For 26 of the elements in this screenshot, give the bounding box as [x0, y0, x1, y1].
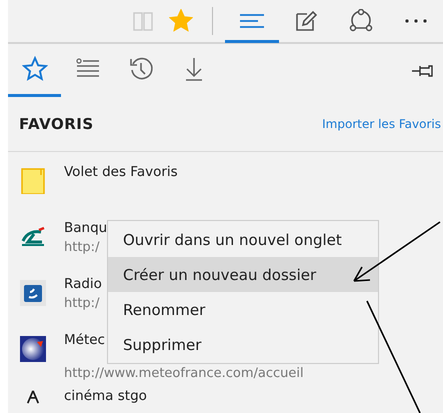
import-link[interactable]: Importer les Favoris — [322, 117, 441, 131]
favorite-title[interactable]: Radio — [64, 276, 102, 292]
favorite-url: http://www.meteofrance.com/accueil — [64, 366, 304, 381]
history-icon — [128, 56, 154, 82]
star-icon — [22, 56, 48, 82]
pen-icon — [295, 10, 318, 32]
menu-icon — [238, 12, 265, 28]
favorite-title[interactable]: cinéma stgo — [64, 388, 147, 404]
favorite-url: http:/ — [64, 240, 100, 255]
download-icon — [184, 57, 204, 81]
favorite-title[interactable]: Banqu — [64, 220, 108, 236]
menu-item[interactable]: Ouvrir dans un nouvel onglet — [108, 222, 378, 257]
favorite-title[interactable]: Volet des Favoris — [64, 164, 178, 180]
favorite-url: http:/ — [64, 296, 100, 311]
book-icon — [132, 10, 154, 32]
wave-icon — [20, 280, 46, 306]
pin-icon — [411, 64, 433, 78]
panel-title: FAVORIS — [19, 115, 94, 133]
folder-icon — [20, 168, 46, 194]
menu-item[interactable]: Supprimer — [108, 327, 378, 362]
share-icon — [348, 8, 374, 32]
globe-icon — [20, 336, 46, 362]
menu-item[interactable]: Créer un nouveau dossier — [108, 257, 378, 292]
more-icon — [404, 18, 427, 22]
menu-item[interactable]: Renommer — [108, 292, 378, 327]
triangle-icon — [25, 390, 41, 404]
